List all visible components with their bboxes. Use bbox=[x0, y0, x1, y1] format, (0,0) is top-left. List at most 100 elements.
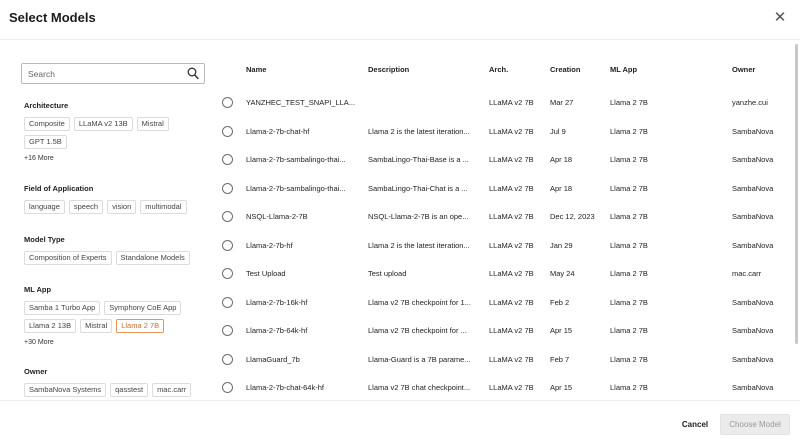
col-description-cell: SambaLingo-Thai-Base is a ... bbox=[368, 155, 469, 164]
col-creation-cell: Jul 9 bbox=[550, 126, 566, 136]
search-icon[interactable] bbox=[187, 67, 199, 80]
dialog-header: Select Models ✕ bbox=[0, 0, 800, 40]
col-arch-cell: LLaMA v2 7B bbox=[489, 383, 534, 392]
filter-chip[interactable]: mac.carr bbox=[152, 383, 192, 397]
dialog-title: Select Models bbox=[9, 10, 96, 25]
filter-chip[interactable]: Standalone Models bbox=[115, 251, 190, 265]
filter-chip[interactable]: language bbox=[24, 200, 65, 214]
row-radio[interactable] bbox=[222, 268, 233, 279]
filter-chip[interactable]: Composite bbox=[24, 117, 70, 131]
col-ml-app-cell: Llama 2 7B bbox=[610, 98, 648, 107]
col-creation-cell: May 24 bbox=[550, 269, 575, 278]
col-arch-header: Arch. bbox=[489, 65, 509, 74]
col-arch-cell: LLaMA v2 7B bbox=[489, 354, 534, 364]
search-box[interactable] bbox=[21, 63, 205, 84]
table-row[interactable]: Llama-2-7b-sambalingo-thai... SambaLingo-… bbox=[212, 175, 800, 203]
facet-title: Model Type bbox=[24, 235, 65, 244]
filter-chip[interactable]: qasstest bbox=[110, 383, 149, 397]
row-radio[interactable] bbox=[222, 97, 233, 108]
facet-group: Model Type Composition of Experts Standalo… bbox=[24, 234, 204, 269]
table-row[interactable]: Test Upload Test upload LLaMA v2 7B May 24 L… bbox=[212, 260, 800, 288]
filter-chip[interactable]: Symphony CoE App bbox=[104, 301, 182, 315]
filter-chip[interactable]: Composition of Experts bbox=[24, 251, 112, 265]
table-row[interactable]: Llama-2-7b-sambalingo-thai... SambaLingo-… bbox=[212, 146, 800, 174]
col-owner-cell: SambaNova bbox=[732, 297, 774, 307]
row-radio[interactable] bbox=[222, 239, 233, 251]
table-row[interactable]: Llama-2-7b-hf Llama 2 is the latest itera… bbox=[212, 232, 800, 260]
row-radio[interactable] bbox=[222, 296, 233, 308]
filter-chip[interactable]: GPT 1.5B bbox=[24, 135, 67, 149]
col-owner-cell: SambaNova bbox=[732, 212, 774, 221]
row-radio[interactable] bbox=[222, 182, 233, 194]
choose-model-button[interactable]: Choose Model bbox=[720, 414, 790, 435]
col-arch-cell: LLaMA v2 7B bbox=[489, 155, 534, 164]
show-more-link[interactable]: +30 More bbox=[24, 339, 204, 346]
show-more-link[interactable]: +16 More bbox=[24, 155, 204, 162]
table-header: Name Description Arch. Creation ML App Owner bbox=[212, 65, 800, 81]
filter-chip-selected[interactable]: Llama 2 7B bbox=[116, 319, 165, 333]
close-icon[interactable]: ✕ bbox=[772, 9, 788, 27]
col-ml-app-cell: Llama 2 7B bbox=[610, 155, 648, 164]
filter-chip[interactable]: vision bbox=[107, 200, 137, 214]
col-name-cell: NSQL-Llama-2-7B bbox=[246, 212, 308, 221]
col-name-cell: Llama-2-7b-sambalingo-thai... bbox=[246, 183, 346, 193]
facet-title: Architecture bbox=[24, 101, 69, 110]
col-description-cell: Llama v2 7B checkpoint for ... bbox=[368, 326, 467, 335]
col-owner-cell: SambaNova bbox=[732, 240, 774, 250]
scrollbar[interactable] bbox=[795, 44, 798, 344]
row-radio[interactable] bbox=[222, 211, 233, 222]
col-ml-app-header: ML App bbox=[610, 65, 638, 74]
col-ml-app-cell: Llama 2 7B bbox=[610, 212, 648, 221]
dialog-footer: Cancel Choose Model bbox=[0, 400, 800, 443]
table-row[interactable]: Llama-2-7b-chat-hf Llama 2 is the latest … bbox=[212, 118, 800, 146]
facet-title: Owner bbox=[24, 367, 48, 376]
col-creation-cell: Mar 27 bbox=[550, 98, 574, 107]
facet-chips: language speech vision multimodal bbox=[24, 200, 204, 218]
table-row[interactable]: YANZHEC_TEST_SNAPI_LLA... LLaMA v2 7B Mar … bbox=[212, 89, 800, 117]
col-name-cell: Llama-2-7b-chat-hf bbox=[246, 126, 310, 136]
filter-chip[interactable]: Samba 1 Turbo App bbox=[24, 301, 101, 315]
table-row[interactable]: NSQL-Llama-2-7B NSQL-Llama-2-7B is an ope… bbox=[212, 203, 800, 231]
filter-chip[interactable]: Mistral bbox=[136, 117, 169, 131]
col-arch-cell: LLaMA v2 7B bbox=[489, 98, 534, 107]
col-owner-cell: yanzhe.cui bbox=[732, 98, 768, 107]
row-radio[interactable] bbox=[222, 154, 233, 165]
table-row[interactable]: Llama-2-7b-16k-hf Llama v2 7B checkpoint … bbox=[212, 289, 800, 317]
cancel-button[interactable]: Cancel bbox=[672, 415, 718, 435]
facet-group: Owner SambaNova Systems qasstest mac.carr bbox=[24, 366, 204, 400]
col-ml-app-cell: Llama 2 7B bbox=[610, 183, 648, 193]
col-description-cell: Llama-Guard is a 7B parame... bbox=[368, 354, 471, 364]
col-owner-cell: SambaNova bbox=[732, 383, 774, 392]
search-input[interactable] bbox=[28, 66, 178, 81]
filter-chip[interactable]: multimodal bbox=[140, 200, 187, 214]
filter-sidebar: ArchitectureCompositeLLaMA v2 13BMistral… bbox=[0, 40, 212, 400]
col-owner-cell: SambaNova bbox=[732, 183, 774, 193]
col-ml-app-cell: Llama 2 7B bbox=[610, 326, 648, 335]
col-arch-cell: LLaMA v2 7B bbox=[489, 212, 534, 221]
col-description-cell: NSQL-Llama-2-7B is an ope... bbox=[368, 212, 469, 221]
col-name-cell: LlamaGuard_7b bbox=[246, 354, 300, 364]
facet-group: ML App Samba 1 Turbo App Symphony CoE App L… bbox=[24, 284, 204, 346]
filter-chip[interactable]: LLaMA v2 13B bbox=[73, 117, 133, 131]
col-name-cell: Test Upload bbox=[246, 269, 286, 278]
filter-chip[interactable]: Mistral bbox=[80, 319, 113, 333]
col-ml-app-cell: Llama 2 7B bbox=[610, 126, 648, 136]
filter-chip[interactable]: Llama 2 13B bbox=[24, 319, 77, 333]
row-radio[interactable] bbox=[222, 382, 233, 393]
filter-chip[interactable]: speech bbox=[68, 200, 104, 214]
facet-chips: Composition of Experts Standalone Models bbox=[24, 251, 204, 269]
col-ml-app-cell: Llama 2 7B bbox=[610, 240, 648, 250]
models-table: Name Description Arch. Creation ML App Owner … bbox=[212, 40, 800, 400]
row-radio[interactable] bbox=[222, 325, 233, 336]
facet-chips: Samba 1 Turbo App Symphony CoE App Llama 2… bbox=[24, 301, 204, 337]
col-creation-cell: Apr 18 bbox=[550, 155, 573, 164]
facet-chips: Composite LLaMA v2 13B Mistral GPT 1.5B bbox=[24, 117, 204, 153]
col-owner-cell: SambaNova bbox=[732, 155, 774, 164]
table-row[interactable]: Llama-2-7b-64k-hf Llama v2 7B checkpoint … bbox=[212, 317, 800, 345]
filter-chip[interactable]: SambaNova Systems bbox=[24, 383, 107, 397]
row-radio[interactable] bbox=[222, 353, 233, 365]
table-row[interactable]: Llama-2-7b-chat-64k-hf Llama v2 7B chat c… bbox=[212, 374, 800, 400]
table-row[interactable]: LlamaGuard_7b Llama-Guard is a 7B parame.… bbox=[212, 346, 800, 374]
row-radio[interactable] bbox=[222, 125, 233, 137]
col-description-cell: SambaLingo-Thai-Chat is a ... bbox=[368, 183, 468, 193]
